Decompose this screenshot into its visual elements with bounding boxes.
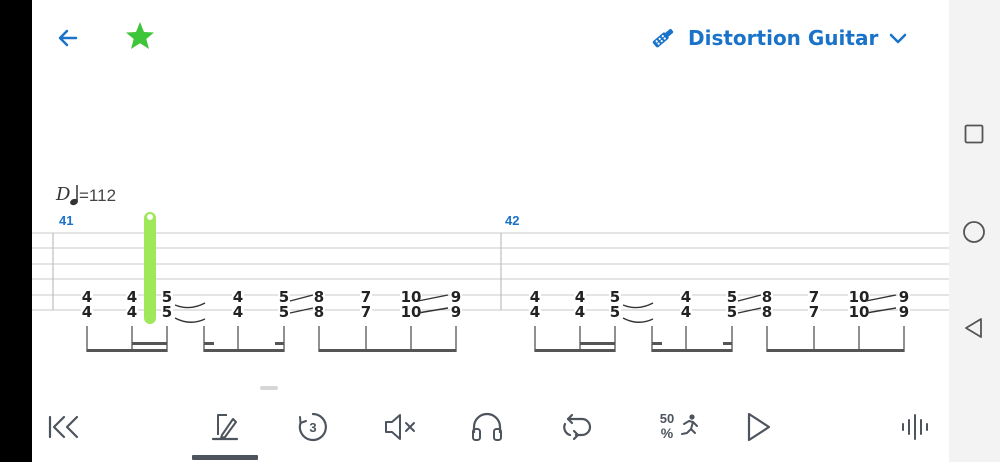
- headphones-button[interactable]: [467, 407, 507, 447]
- rewind-to-start-button[interactable]: [44, 407, 84, 447]
- play-icon: [747, 412, 771, 442]
- fret-number: 9: [899, 303, 909, 321]
- rhythm-beam: [319, 349, 456, 352]
- fret-number: 10: [401, 303, 422, 321]
- headphones-icon: [472, 412, 502, 441]
- mute-icon: [385, 414, 415, 440]
- play-button[interactable]: [738, 407, 778, 447]
- rhythm-beam: [132, 342, 167, 345]
- countdown-label: 3: [309, 420, 316, 435]
- countdown-button[interactable]: 3: [293, 407, 333, 447]
- rhythm-beam: [275, 342, 284, 345]
- app-screen: Distortion Guitar D =112 41 42 444455445…: [32, 0, 949, 462]
- slide-mark: [289, 294, 314, 302]
- audio-wave-icon: [902, 414, 928, 440]
- active-tab-indicator: [192, 455, 258, 460]
- fret-number: 4: [127, 303, 137, 321]
- home-circle-icon[interactable]: [962, 220, 986, 244]
- edit-icon: [211, 414, 239, 441]
- fret-number: 4: [530, 303, 540, 321]
- fret-number: 5: [162, 303, 172, 321]
- rhythm-beam: [204, 349, 284, 352]
- slide-mark: [865, 294, 897, 302]
- tie-mark: [174, 302, 206, 309]
- fret-number: 4: [575, 303, 585, 321]
- rhythm-beam: [580, 342, 615, 345]
- fret-number: 4: [681, 303, 691, 321]
- fret-number: 5: [727, 303, 737, 321]
- rhythm-beam: [652, 342, 662, 345]
- rhythm-beam: [87, 349, 167, 352]
- fret-number: 8: [762, 303, 772, 321]
- drag-handle[interactable]: [260, 386, 278, 390]
- tab-staff[interactable]: 4444554455887710109944445544558877101099: [32, 0, 949, 370]
- fret-number: 10: [849, 303, 870, 321]
- rewind-to-start-icon: [48, 415, 79, 439]
- tie-mark: [174, 317, 206, 323]
- running-person-icon: [681, 414, 698, 435]
- mute-button[interactable]: [381, 407, 421, 447]
- slide-mark: [417, 294, 449, 302]
- fret-number: 8: [314, 303, 324, 321]
- recents-square-icon[interactable]: [964, 124, 984, 144]
- rhythm-beam: [652, 349, 732, 352]
- playback-cursor-head: [145, 212, 155, 222]
- edit-button[interactable]: [205, 407, 245, 447]
- fret-number: 5: [279, 303, 289, 321]
- system-navigation-bar: [949, 0, 1000, 462]
- fret-number: 7: [361, 303, 371, 321]
- back-triangle-icon[interactable]: [963, 317, 985, 339]
- speed-button[interactable]: 50 %: [654, 407, 704, 447]
- rhythm-beam: [535, 349, 615, 352]
- fret-number: 7: [809, 303, 819, 321]
- fret-number: 5: [610, 303, 620, 321]
- loop-icon: [563, 413, 592, 441]
- rhythm-beam: [723, 342, 732, 345]
- rhythm-beam: [767, 349, 904, 352]
- countdown-icon: 3: [298, 412, 327, 442]
- fret-number: 9: [451, 303, 461, 321]
- fret-number: 4: [82, 303, 92, 321]
- fret-number: 4: [233, 303, 243, 321]
- slide-mark: [737, 294, 762, 302]
- speed-value: 50: [659, 411, 675, 426]
- rhythm-beam: [204, 342, 214, 345]
- audio-wave-button[interactable]: [896, 407, 936, 447]
- speed-unit: %: [660, 425, 674, 441]
- speed-label: 50 %: [656, 412, 678, 441]
- loop-button[interactable]: [556, 407, 596, 447]
- tie-mark: [622, 317, 654, 323]
- tie-mark: [622, 302, 654, 309]
- bottom-toolbar: 3 50 %: [32, 395, 949, 462]
